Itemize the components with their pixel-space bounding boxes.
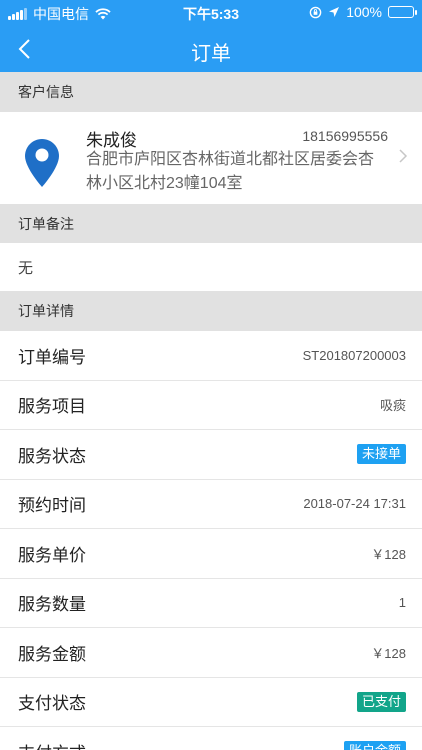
detail-row-appointment-time: 预约时间 2018-07-24 17:31	[0, 480, 422, 529]
section-header-details: 订单详情	[0, 291, 422, 331]
detail-label: 服务项目	[18, 397, 86, 417]
detail-value: ￥128	[371, 645, 406, 661]
detail-label: 服务金额	[18, 644, 86, 664]
payment-method-badge: 账户余额	[343, 741, 406, 750]
detail-label: 服务状态	[18, 446, 86, 466]
detail-label: 支付状态	[18, 694, 86, 714]
location-pin-icon	[25, 139, 59, 187]
detail-value: ￥128	[371, 546, 406, 562]
location-arrow-icon	[329, 7, 340, 17]
page-title: 订单	[191, 43, 231, 65]
detail-row-payment-status: 支付状态 已支付	[0, 678, 422, 727]
payment-badge: 已支付	[356, 691, 406, 712]
detail-row-quantity: 服务数量 1	[0, 579, 422, 628]
detail-row-order-number: 订单编号 ST201807200003	[0, 331, 422, 381]
detail-value: 2018-07-24 17:31	[303, 496, 406, 512]
order-details-list: 订单编号 ST201807200003 服务项目 吸痰 服务状态 未接单 预约时间 20…	[0, 331, 422, 750]
orientation-lock-icon	[309, 6, 322, 18]
remark-text: 无	[0, 243, 422, 291]
detail-label: 支付方式	[18, 739, 86, 750]
detail-label: 预约时间	[18, 496, 86, 516]
status-badge: 未接单	[356, 444, 406, 465]
detail-row-service-status: 服务状态 未接单	[0, 430, 422, 480]
section-header-customer: 客户信息	[0, 72, 422, 112]
detail-row-unit-price: 服务单价 ￥128	[0, 529, 422, 579]
nav-bar: 订单	[0, 26, 422, 72]
battery-percent: 100%	[346, 4, 382, 20]
section-header-remark: 订单备注	[0, 204, 422, 243]
detail-label: 服务单价	[18, 545, 86, 565]
status-bar: 中国电信 下午5:33 100%	[0, 0, 422, 26]
detail-row-service-item: 服务项目 吸痰	[0, 381, 422, 430]
detail-label: 订单编号	[18, 347, 86, 367]
detail-value: ST201807200003	[302, 347, 406, 363]
detail-row-payment-method: 支付方式 账户余额	[0, 727, 422, 750]
detail-value: 1	[398, 595, 406, 611]
customer-address: 合肥市庐阳区杏林街道北都社区居委会杏林小区北村23幢104室	[86, 151, 375, 192]
detail-label: 服务数量	[18, 595, 86, 615]
detail-value: 吸痰	[379, 398, 406, 414]
customer-phone: 18156995556	[302, 128, 388, 144]
chevron-right-icon	[399, 149, 408, 163]
battery-icon	[388, 6, 417, 18]
detail-row-amount: 服务金额 ￥128	[0, 628, 422, 678]
customer-info-row[interactable]: 朱成俊 18156995556 合肥市庐阳区杏林街道北都社区居委会杏林小区北村2…	[0, 112, 422, 204]
